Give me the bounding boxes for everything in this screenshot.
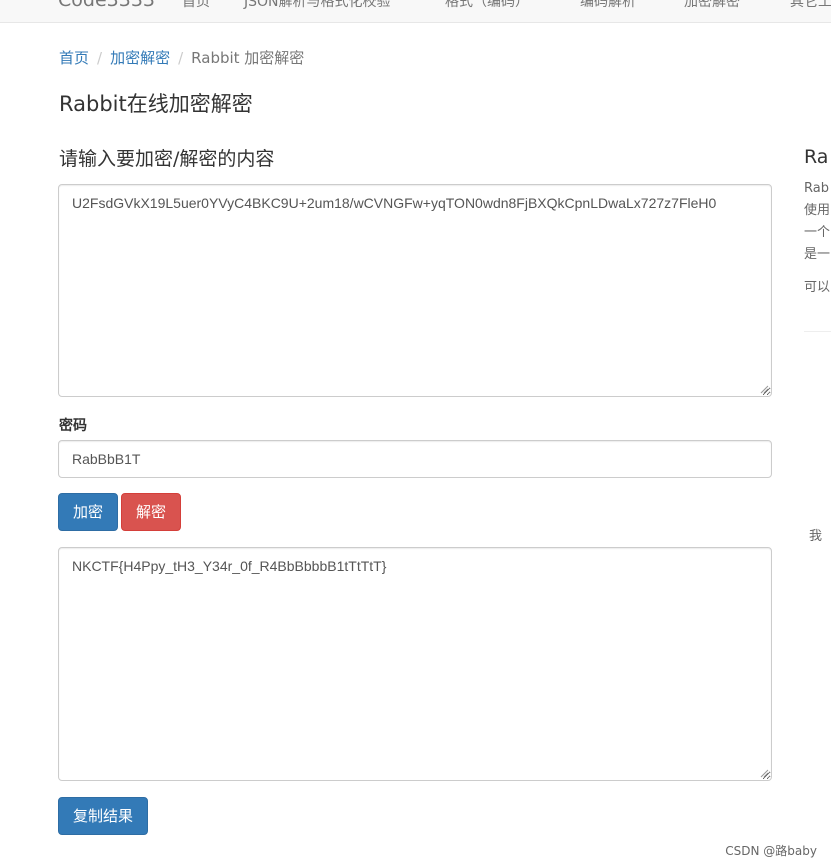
- result-output-textarea[interactable]: NKCTF{H4Ppy_tH3_Y34r_0f_R4BbBbbbB1tTtTtT…: [58, 547, 772, 781]
- nav-item-other[interactable]: 其它工具: [790, 0, 831, 11]
- nav-item-crypto[interactable]: 加密解密: [684, 0, 740, 11]
- sidebar-text-line: Rab: [804, 181, 829, 196]
- nav-item-json[interactable]: JSON解析与格式化校验: [244, 0, 391, 11]
- breadcrumb-current: Rabbit 加密解密: [191, 49, 305, 67]
- password-input[interactable]: [58, 440, 772, 478]
- sidebar-divider: [804, 331, 831, 332]
- page-title: Rabbit在线加密解密: [59, 92, 253, 116]
- sidebar-title: Ra: [804, 146, 829, 168]
- resize-grip-icon[interactable]: [760, 769, 769, 778]
- sidebar-text-line: 一个: [804, 225, 831, 240]
- nav-item-format[interactable]: 格式（编码）: [445, 0, 529, 11]
- decrypt-button[interactable]: 解密: [121, 493, 181, 531]
- breadcrumb-separator: /: [97, 49, 103, 67]
- brand-logo[interactable]: Code3333: [58, 0, 155, 11]
- sidebar-text-line: 是一: [804, 247, 831, 262]
- content-heading: 请输入要加密/解密的内容: [59, 148, 275, 170]
- resize-grip-icon[interactable]: [760, 385, 769, 394]
- sidebar-text-line: 可以: [804, 280, 831, 295]
- copy-result-button[interactable]: 复制结果: [58, 797, 148, 835]
- content-input-text: U2FsdGVkX19L5uer0YVyC4BKC9U+2um18/wCVNGF…: [72, 195, 717, 211]
- content-input-textarea[interactable]: U2FsdGVkX19L5uer0YVyC4BKC9U+2um18/wCVNGF…: [58, 184, 772, 397]
- breadcrumb-separator: /: [178, 49, 184, 67]
- breadcrumb-home-link[interactable]: 首页: [59, 49, 89, 67]
- nav-item-home[interactable]: 首页: [182, 0, 210, 11]
- result-output-text: NKCTF{H4Ppy_tH3_Y34r_0f_R4BbBbbbB1tTtTtT…: [72, 558, 387, 574]
- breadcrumb: 首页 / 加密解密 / Rabbit 加密解密: [59, 47, 304, 68]
- breadcrumb-crypto-link[interactable]: 加密解密: [110, 49, 170, 67]
- sidebar-text-line: 我: [809, 529, 823, 544]
- password-label: 密码: [59, 418, 87, 434]
- encrypt-button[interactable]: 加密: [58, 493, 118, 531]
- watermark: CSDN @路baby: [725, 844, 817, 858]
- sidebar-text-line: 使用: [804, 203, 831, 218]
- top-navbar: Code3333 首页 JSON解析与格式化校验 格式（编码） 编码解析 加密解…: [0, 0, 831, 23]
- nav-item-encoding[interactable]: 编码解析: [580, 0, 636, 11]
